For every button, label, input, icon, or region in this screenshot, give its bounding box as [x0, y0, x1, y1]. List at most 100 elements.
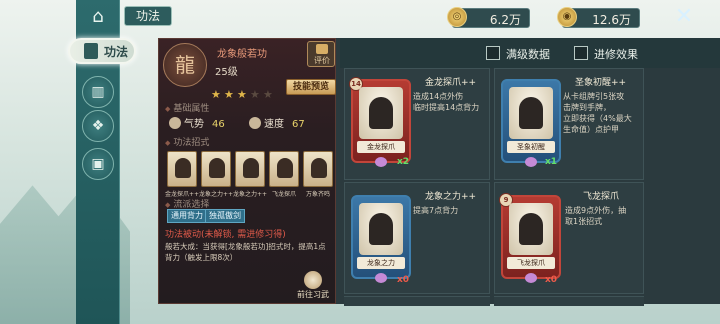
card-title: 龙象之力++: [425, 192, 477, 202]
move-figure-icon: [209, 158, 225, 178]
move-card[interactable]: [167, 151, 197, 187]
school-tag[interactable]: 通用背力: [167, 209, 207, 223]
gem-icon: [525, 157, 537, 167]
skill-card-cell[interactable]: 龙象之力 x0 龙象之力++ 提高7点背力: [344, 182, 490, 294]
card-count: x0: [397, 275, 410, 285]
move-card[interactable]: [269, 151, 299, 187]
max-data-label: 满级数据: [506, 48, 550, 61]
currency-copper: ◎ 6.2万: [447, 7, 530, 28]
skill-card: 14 金龙探爪: [349, 77, 411, 167]
move-figure-icon: [243, 158, 259, 178]
card-name: 飞龙探爪: [507, 257, 555, 269]
section-moves: 功法招式: [165, 135, 209, 148]
move-figure-icon: [277, 158, 293, 178]
move-figure-icon: [175, 158, 191, 178]
move-figure-icon: [311, 158, 327, 178]
star-filled-icon: ★: [211, 88, 221, 101]
move-label: 飞龙探爪: [271, 191, 296, 198]
move-card[interactable]: [303, 151, 333, 187]
card-count: x0: [545, 275, 558, 285]
advance-effect-checkbox[interactable]: [574, 46, 588, 60]
currency-gold-value: 12.6万: [592, 13, 631, 27]
close-icon[interactable]: ✕: [672, 6, 696, 30]
star-filled-icon: ★: [237, 88, 247, 101]
star-filled-icon: ★: [224, 88, 234, 101]
card-description: 从卡组牌引5张攻 击牌到手牌， 立即获得（4%最大 生命值）点护甲: [563, 92, 632, 134]
speed-icon: [249, 117, 261, 129]
gem-icon: [525, 273, 537, 283]
figure-icon: [369, 213, 393, 245]
sword-figure-icon: [519, 213, 543, 245]
token-icon[interactable]: ▣: [82, 148, 114, 180]
figure-icon: [369, 97, 393, 129]
card-art: [509, 203, 553, 255]
attr-momentum-value: 46: [212, 119, 225, 130]
page-title: 功法: [124, 6, 172, 26]
card-count: x2: [397, 157, 410, 167]
star-empty-icon: ★: [250, 88, 260, 101]
card-art: [359, 87, 403, 139]
card-description: 造成14点外伤 临时提高14点背力: [413, 92, 480, 112]
star-rating: ★ ★ ★ ★ ★: [211, 83, 276, 102]
skill-card: 圣象初醒: [501, 79, 561, 167]
move-card[interactable]: [201, 151, 231, 187]
move-label: 万象齐鸣: [305, 191, 330, 198]
card-deck-icon: [84, 43, 98, 59]
section-basic-attrs: 基础属性: [165, 101, 209, 114]
card-title: 金龙探爪++: [425, 78, 477, 88]
skill-preview-button[interactable]: 技能预览: [286, 79, 336, 95]
review-icon: [316, 44, 328, 54]
nav-item-gongfa[interactable]: 功法: [68, 38, 136, 64]
max-data-checkbox[interactable]: [486, 46, 500, 60]
coin-icon: ◎: [447, 7, 467, 27]
goto-train-button[interactable]: 前往习武: [293, 271, 333, 301]
review-label: 评价: [314, 56, 330, 65]
next-row-hint: [344, 296, 490, 306]
card-description: 提高7点背力: [413, 206, 459, 215]
review-button[interactable]: 评价: [307, 41, 335, 67]
attr-momentum: 气势 46: [169, 115, 225, 130]
passive-title: 功法被动(未解锁, 需进修习得): [165, 230, 286, 240]
gold-coin-icon: ◉: [557, 7, 577, 27]
move-card[interactable]: [235, 151, 265, 187]
goto-train-label: 前往习武: [297, 290, 329, 299]
card-art: [359, 203, 403, 255]
card-description: 造成9点外伤，抽 取1张招式: [565, 206, 627, 226]
attr-speed-label: 速度: [264, 119, 284, 130]
skill-card: 9 飞龙探爪: [499, 193, 561, 283]
attr-speed-value: 67: [292, 119, 305, 130]
attr-momentum-label: 气势: [184, 119, 204, 130]
card-count: x1: [545, 157, 558, 167]
dragon-emblem-icon: 龍: [163, 43, 207, 87]
skill-level: 25级: [215, 67, 238, 78]
skill-card: 龙象之力: [351, 195, 411, 283]
card-name: 金龙探爪: [357, 141, 405, 153]
move-label: 龙象之力++: [233, 191, 267, 198]
gem-icon: [375, 157, 387, 167]
card-title: 圣象初醒++: [575, 78, 627, 88]
currency-copper-value: 6.2万: [489, 13, 521, 27]
advance-effect-label: 进修效果: [594, 48, 638, 61]
train-icon: [304, 271, 322, 289]
skill-name: 龙象般若功: [217, 49, 267, 60]
card-name: 圣象初醒: [507, 141, 555, 153]
skill-card-cell[interactable]: 圣象初醒 x1 圣象初醒++ 从卡组牌引5张攻 击牌到手牌， 立即获得（4%最大…: [494, 68, 644, 180]
skill-card-cell[interactable]: 9 飞龙探爪 x0 飞龙探爪 造成9点外伤，抽 取1张招式: [494, 182, 644, 294]
next-row-hint: [494, 296, 644, 306]
home-icon[interactable]: ⌂: [84, 4, 112, 30]
card-stack-icon[interactable]: ▥: [82, 76, 114, 108]
card-title: 飞龙探爪: [583, 192, 620, 202]
school-tag[interactable]: 独孤傲剑: [205, 209, 245, 223]
star-empty-icon: ★: [263, 88, 273, 101]
currency-gold: ◉ 12.6万: [557, 7, 640, 28]
gem-icon: [375, 273, 387, 283]
card-name: 龙象之力: [357, 257, 405, 269]
nav-item-label: 功法: [104, 45, 129, 59]
card-art: [509, 87, 553, 139]
passive-description: 般若大成：当获得[龙象般若功]招式时，提高1点背力（触发上限8次）: [165, 242, 326, 262]
crest-icon[interactable]: ❖: [82, 110, 114, 142]
skill-detail-panel: 龍 龙象般若功 25级 ★★★★★ 评价 技能预览 基础属性 气势46 速度67…: [158, 38, 336, 304]
momentum-icon: [169, 117, 181, 129]
skill-card-cell[interactable]: 14 金龙探爪 x2 金龙探爪++ 造成14点外伤 临时提高14点背力: [344, 68, 490, 180]
attr-speed: 速度 67: [249, 115, 305, 130]
